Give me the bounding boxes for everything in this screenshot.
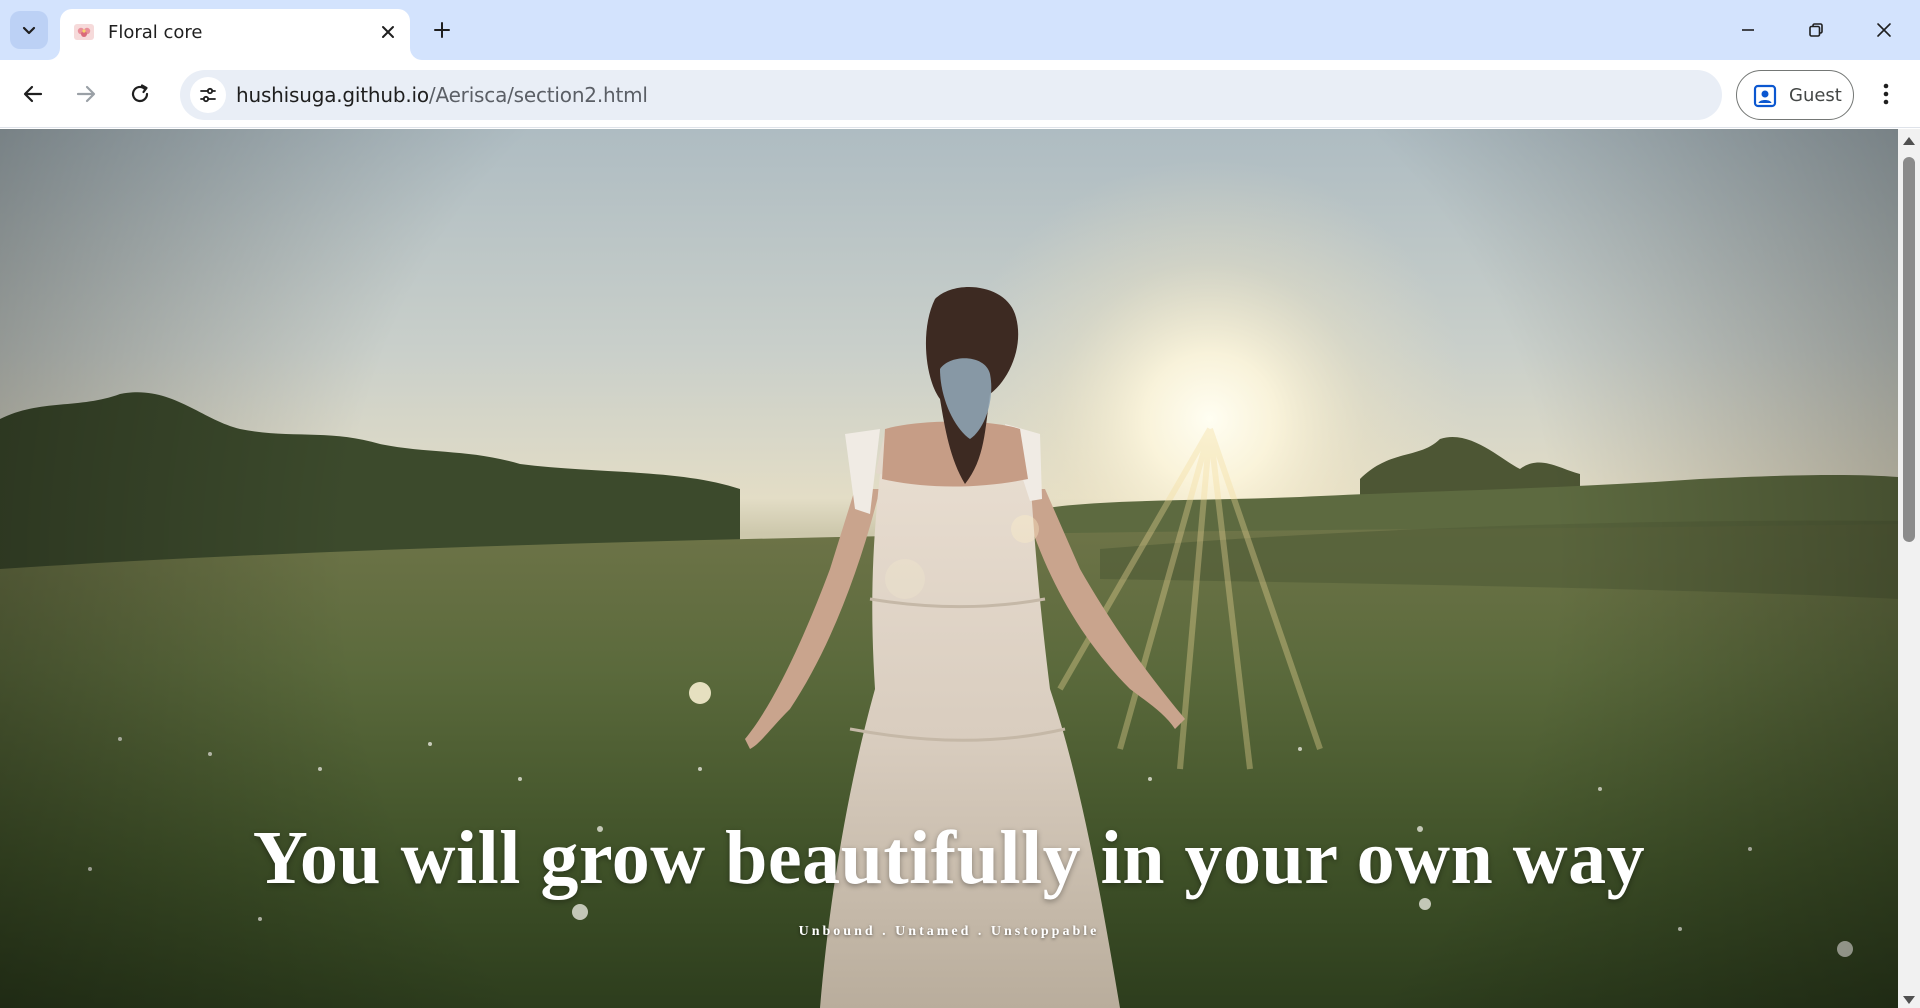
scroll-down-arrow-icon[interactable]	[1903, 996, 1915, 1004]
url-host: hushisuga.github.io	[236, 83, 429, 107]
person-badge-icon	[1753, 84, 1777, 108]
chevron-down-icon	[22, 26, 36, 35]
hero-heading: You will grow beautifully in your own wa…	[252, 816, 1646, 900]
profile-button[interactable]: Guest	[1736, 70, 1854, 120]
active-tab[interactable]: Floral core	[60, 9, 410, 60]
minimize-button[interactable]	[1720, 8, 1776, 52]
hero-subtitle: Unbound . Untamed . Unstoppable	[798, 924, 1100, 939]
plus-icon	[434, 22, 450, 38]
arrow-right-icon	[76, 85, 96, 103]
page-viewport: You will grow beautifully in your own wa…	[0, 129, 1898, 1008]
reload-icon	[131, 84, 149, 103]
close-window-button[interactable]	[1856, 8, 1912, 52]
scroll-up-arrow-icon[interactable]	[1903, 137, 1915, 145]
new-tab-button[interactable]	[424, 12, 460, 48]
site-info-button[interactable]	[190, 77, 226, 113]
minimize-icon	[1742, 29, 1754, 31]
reload-button[interactable]	[120, 74, 160, 114]
browser-menu-button[interactable]	[1866, 74, 1906, 114]
close-icon	[1877, 23, 1891, 37]
tab-strip: Floral core	[0, 0, 1920, 60]
more-vert-icon	[1883, 83, 1889, 105]
page-scrollbar[interactable]	[1898, 129, 1920, 1008]
url-path: /Aerisca/section2.html	[428, 83, 648, 107]
back-button[interactable]	[13, 74, 53, 114]
address-bar[interactable]: hushisuga.github.io/Aerisca/section2.htm…	[180, 70, 1722, 120]
restore-button[interactable]	[1788, 8, 1844, 52]
browser-toolbar: hushisuga.github.io/Aerisca/section2.htm…	[0, 60, 1920, 128]
tab-close-button[interactable]	[376, 20, 400, 44]
tab-title: Floral core	[108, 22, 203, 43]
flower-favicon-icon	[74, 24, 94, 40]
tune-icon	[200, 87, 216, 103]
forward-button[interactable]	[66, 74, 106, 114]
close-icon	[382, 26, 394, 38]
tab-search-button[interactable]	[10, 11, 48, 49]
profile-label: Guest	[1789, 85, 1842, 106]
arrow-left-icon	[23, 85, 43, 103]
scroll-thumb[interactable]	[1903, 157, 1915, 542]
url-text[interactable]: hushisuga.github.io/Aerisca/section2.htm…	[236, 83, 648, 107]
restore-icon	[1809, 23, 1823, 37]
